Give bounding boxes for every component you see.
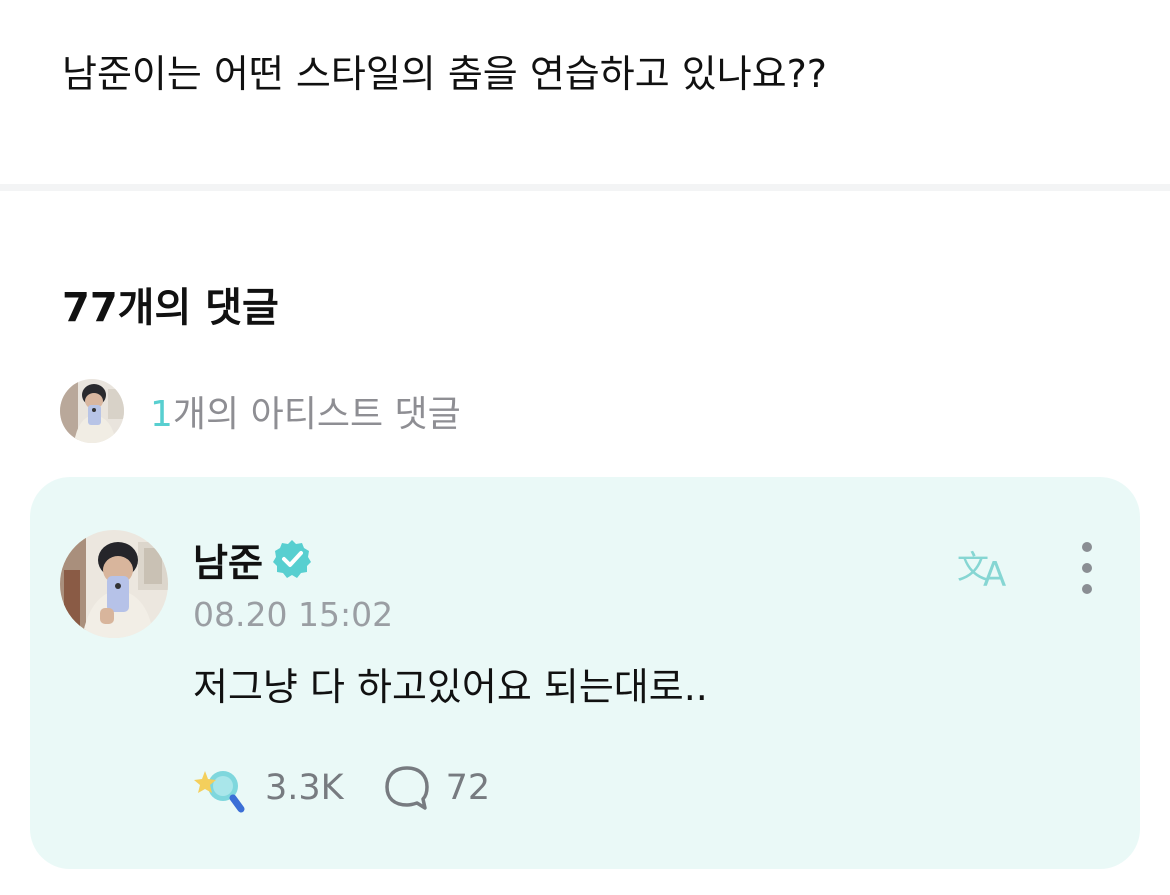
post-text: 남준이는 어떤 스타일의 춤을 연습하고 있나요?? — [62, 52, 827, 96]
artist-comment-count: 1 — [150, 394, 173, 435]
artist-avatar — [60, 379, 124, 443]
section-divider — [0, 184, 1170, 191]
comment-body: 저그냥 다 하고있어요 되는대로.. — [193, 665, 708, 709]
verified-badge-icon — [272, 540, 311, 578]
reaction-count: 3.3K — [265, 768, 344, 808]
more-vertical-icon[interactable] — [1070, 539, 1104, 597]
author-row: 남준 — [193, 533, 313, 585]
artist-comment-card: 남준 08.20 15:02 저그냥 다 하고있어요 되는대로.. 文 A 3.… — [30, 477, 1140, 869]
reply-count: 72 — [445, 768, 491, 808]
comment-actions: 3.3K 72 — [193, 762, 490, 814]
artist-comments-filter[interactable]: 1개의 아티스트 댓글 — [60, 379, 461, 443]
reply-bubble-icon[interactable] — [382, 763, 432, 813]
author-name[interactable]: 남준 — [193, 532, 263, 587]
comment-timestamp: 08.20 15:02 — [193, 595, 394, 634]
translate-icon[interactable]: 文 A — [955, 540, 1019, 592]
reaction-lightstick-icon[interactable] — [193, 763, 247, 813]
svg-text:A: A — [983, 555, 1006, 592]
author-avatar[interactable] — [60, 530, 168, 638]
artist-comments-label: 1개의 아티스트 댓글 — [150, 385, 461, 437]
artist-comment-text: 개의 아티스트 댓글 — [172, 394, 461, 435]
comment-count-heading: 77개의 댓글 — [62, 285, 279, 331]
